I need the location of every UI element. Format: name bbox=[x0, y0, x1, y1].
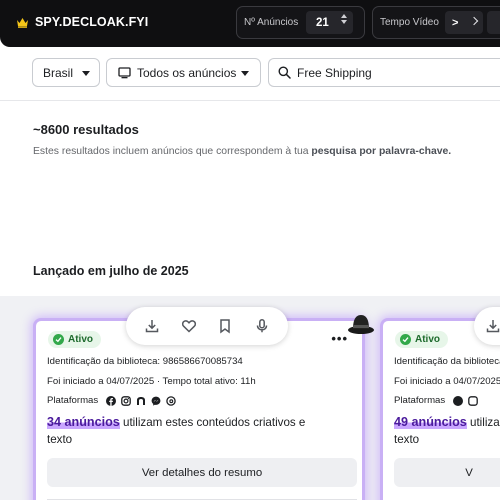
check-icon bbox=[53, 334, 64, 345]
status-label: Ativo bbox=[415, 334, 440, 345]
monitor-icon bbox=[118, 66, 131, 78]
search-input[interactable]: Free Shipping bbox=[268, 58, 500, 87]
results-description-text: Estes resultados incluem anúncios que co… bbox=[33, 146, 312, 157]
brand-name: SPY.DECLOAK.FYI bbox=[35, 15, 149, 29]
facebook-icon bbox=[106, 395, 117, 406]
tempo-value-input[interactable] bbox=[487, 11, 500, 34]
instagram-icon bbox=[121, 395, 132, 406]
anuncios-filter: Nº Anúncios 21 bbox=[236, 6, 365, 39]
anuncios-label: Nº Anúncios bbox=[244, 17, 299, 28]
search-icon bbox=[278, 66, 291, 79]
tempo-video-filter: Tempo Vídeo > bbox=[372, 6, 500, 39]
tempo-comparator-value: > bbox=[452, 16, 459, 29]
platforms-row: Plataformas bbox=[394, 395, 479, 406]
ads-count: 49 anúncios bbox=[394, 415, 467, 429]
threads-icon bbox=[166, 395, 176, 406]
section-heading: Lançado em julho de 2025 bbox=[33, 264, 189, 278]
status-badge: Ativo bbox=[48, 331, 101, 348]
instagram-icon bbox=[468, 395, 479, 406]
stepper-up-icon[interactable] bbox=[341, 14, 347, 18]
ads-count-text: 34 anúncios utilizam estes conteúdos cri… bbox=[47, 414, 327, 448]
audience-network-icon bbox=[137, 396, 146, 405]
heart-icon[interactable] bbox=[178, 315, 200, 337]
crown-icon bbox=[17, 17, 28, 28]
caret-down-icon bbox=[241, 71, 249, 76]
results-description-bold: pesquisa por palavra-chave. bbox=[311, 146, 452, 157]
ad-type-value: Todos os anúncios bbox=[137, 65, 237, 80]
platforms-row: Plataformas bbox=[47, 395, 176, 406]
card-actions bbox=[126, 307, 288, 345]
ads-count: 34 anúncios bbox=[47, 415, 120, 429]
spy-hat-icon bbox=[348, 315, 374, 334]
platforms-label: Plataformas bbox=[47, 395, 99, 406]
download-icon[interactable] bbox=[482, 315, 500, 337]
results-count: ~8600 resultados bbox=[33, 122, 139, 137]
view-summary-button[interactable]: Ver detalhes do resumo bbox=[47, 458, 357, 487]
start-date: Foi iniciado a 04/07/2025 bbox=[394, 376, 500, 387]
facebook-icon bbox=[453, 395, 464, 406]
view-summary-button[interactable]: V bbox=[394, 458, 500, 487]
check-icon bbox=[400, 334, 411, 345]
divider bbox=[0, 100, 500, 101]
messenger-icon bbox=[151, 396, 161, 406]
more-options-icon[interactable]: ••• bbox=[331, 331, 348, 346]
microphone-icon[interactable] bbox=[251, 315, 273, 337]
stepper-arrows[interactable] bbox=[341, 14, 347, 24]
tempo-comparator-select[interactable]: > bbox=[445, 11, 483, 34]
chevron-right-icon bbox=[469, 16, 479, 26]
download-icon[interactable] bbox=[141, 315, 163, 337]
platforms-label: Plataformas bbox=[394, 395, 446, 406]
library-id: Identificação da biblioteca: 98658667008… bbox=[47, 356, 243, 367]
brand[interactable]: SPY.DECLOAK.FYI bbox=[16, 15, 148, 29]
status-label: Ativo bbox=[68, 334, 93, 345]
start-date: Foi iniciado a 04/07/2025 · Tempo total … bbox=[47, 376, 256, 387]
search-value: Free Shipping bbox=[297, 65, 372, 80]
page: SPY.DECLOAK.FYI Nº Anúncios 21 Tempo Víd… bbox=[0, 0, 500, 500]
status-badge: Ativo bbox=[395, 331, 448, 348]
tempo-video-label: Tempo Vídeo bbox=[380, 17, 439, 28]
library-id: Identificação da biblioteca: bbox=[394, 356, 500, 367]
country-select[interactable]: Brasil bbox=[32, 58, 100, 87]
ads-count-text: 49 anúncios utiliza texto bbox=[394, 414, 500, 448]
caret-down-icon bbox=[82, 71, 90, 76]
ads-count-suffix-line2: texto bbox=[394, 433, 420, 446]
results-description: Estes resultados incluem anúncios que co… bbox=[33, 146, 451, 157]
country-value: Brasil bbox=[43, 65, 74, 80]
ad-card: Ativo ••• Identificação da biblioteca: 9… bbox=[33, 318, 365, 500]
anuncios-stepper[interactable]: 21 bbox=[306, 11, 353, 34]
ads-count-suffix: utiliza bbox=[466, 416, 500, 429]
ad-type-select[interactable]: Todos os anúncios bbox=[106, 58, 261, 87]
stepper-down-icon[interactable] bbox=[341, 20, 347, 24]
ad-card: Ativo Identificação da biblioteca: Foi i… bbox=[380, 318, 500, 500]
anuncios-value: 21 bbox=[316, 16, 329, 29]
bookmark-icon[interactable] bbox=[214, 315, 236, 337]
top-bar: SPY.DECLOAK.FYI Nº Anúncios 21 Tempo Víd… bbox=[0, 0, 500, 47]
